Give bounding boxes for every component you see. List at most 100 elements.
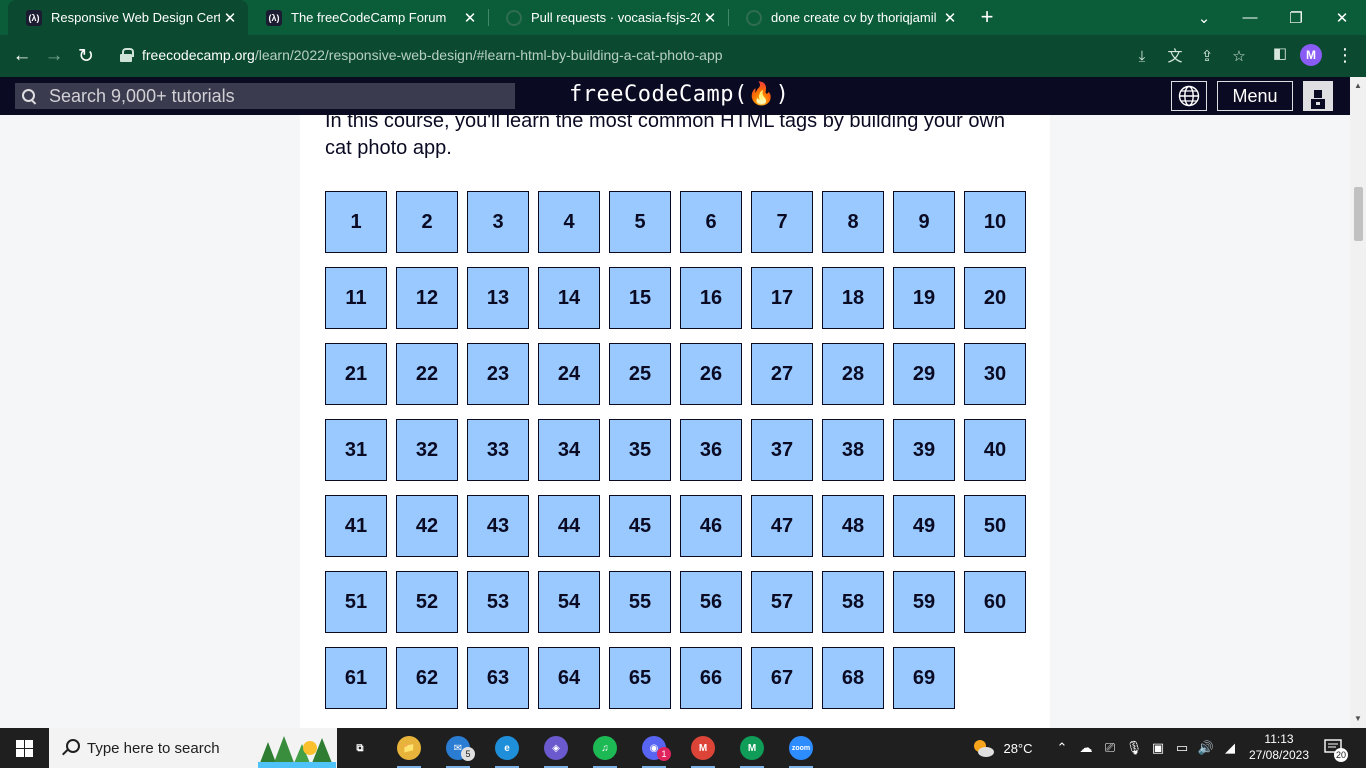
- step-button-25[interactable]: 25: [609, 343, 671, 405]
- step-button-30[interactable]: 30: [964, 343, 1026, 405]
- step-button-11[interactable]: 11: [325, 267, 387, 329]
- step-button-67[interactable]: 67: [751, 647, 813, 709]
- step-button-51[interactable]: 51: [325, 571, 387, 633]
- step-button-38[interactable]: 38: [822, 419, 884, 481]
- step-button-66[interactable]: 66: [680, 647, 742, 709]
- step-button-31[interactable]: 31: [325, 419, 387, 481]
- step-button-39[interactable]: 39: [893, 419, 955, 481]
- step-button-41[interactable]: 41: [325, 495, 387, 557]
- step-button-47[interactable]: 47: [751, 495, 813, 557]
- install-app-icon[interactable]: ⤓: [1132, 47, 1152, 67]
- step-button-69[interactable]: 69: [893, 647, 955, 709]
- start-button[interactable]: [0, 728, 48, 768]
- taskbar-app-discord[interactable]: ◉ 1: [632, 728, 676, 768]
- restore-button[interactable]: ❐: [1273, 0, 1319, 35]
- share-icon[interactable]: ⇪: [1197, 47, 1217, 67]
- step-button-59[interactable]: 59: [893, 571, 955, 633]
- new-tab-button[interactable]: +: [976, 4, 998, 30]
- page-scrollbar[interactable]: ▲ ▼: [1350, 77, 1366, 728]
- step-button-58[interactable]: 58: [822, 571, 884, 633]
- weather-icon[interactable]: [968, 728, 998, 768]
- step-button-56[interactable]: 56: [680, 571, 742, 633]
- step-button-37[interactable]: 37: [751, 419, 813, 481]
- display-icon[interactable]: ▣: [1148, 728, 1168, 768]
- step-button-12[interactable]: 12: [396, 267, 458, 329]
- scroll-down-icon[interactable]: ▼: [1350, 712, 1366, 726]
- step-button-17[interactable]: 17: [751, 267, 813, 329]
- address-bar[interactable]: freecodecamp.org/learn/2022/responsive-w…: [110, 40, 1260, 70]
- step-button-1[interactable]: 1: [325, 191, 387, 253]
- profile-avatar[interactable]: M: [1300, 44, 1322, 66]
- step-button-43[interactable]: 43: [467, 495, 529, 557]
- chevron-up-icon[interactable]: ⌃: [1054, 728, 1070, 768]
- translate-icon[interactable]: 文: [1165, 47, 1185, 67]
- volume-icon[interactable]: 🔊: [1196, 728, 1216, 768]
- step-button-52[interactable]: 52: [396, 571, 458, 633]
- step-button-34[interactable]: 34: [538, 419, 600, 481]
- step-button-68[interactable]: 68: [822, 647, 884, 709]
- microphone-icon[interactable]: 🎙: [1124, 728, 1144, 768]
- back-button[interactable]: ←: [6, 35, 38, 77]
- chrome-menu-icon[interactable]: ⋮: [1336, 44, 1354, 66]
- tab-pull-requests[interactable]: Pull requests · vocasia-fsjs-2023/ ✕: [488, 0, 728, 35]
- tab-freecodecamp-forum[interactable]: (λ) The freeCodeCamp Forum ✕: [248, 0, 488, 35]
- step-button-21[interactable]: 21: [325, 343, 387, 405]
- step-button-8[interactable]: 8: [822, 191, 884, 253]
- step-button-40[interactable]: 40: [964, 419, 1026, 481]
- step-button-24[interactable]: 24: [538, 343, 600, 405]
- step-button-49[interactable]: 49: [893, 495, 955, 557]
- step-button-57[interactable]: 57: [751, 571, 813, 633]
- taskbar-app-chrome-profile[interactable]: M: [730, 728, 774, 768]
- step-button-10[interactable]: 10: [964, 191, 1026, 253]
- menu-button[interactable]: Menu: [1217, 81, 1293, 111]
- step-button-14[interactable]: 14: [538, 267, 600, 329]
- step-button-28[interactable]: 28: [822, 343, 884, 405]
- weather-temperature[interactable]: 28°C: [1000, 728, 1036, 768]
- freecodecamp-logo[interactable]: freeCodeCamp(🔥): [569, 82, 789, 107]
- taskbar-app-chrome[interactable]: M: [681, 728, 725, 768]
- step-button-33[interactable]: 33: [467, 419, 529, 481]
- lock-icon[interactable]: [120, 48, 134, 62]
- taskbar-app-zoom[interactable]: zoom: [779, 728, 823, 768]
- system-clock[interactable]: 11:13 27/08/2023: [1246, 731, 1312, 763]
- reload-button[interactable]: ↻: [70, 35, 102, 77]
- step-button-60[interactable]: 60: [964, 571, 1026, 633]
- step-button-45[interactable]: 45: [609, 495, 671, 557]
- step-button-5[interactable]: 5: [609, 191, 671, 253]
- wifi-icon[interactable]: ◢: [1220, 728, 1240, 768]
- step-button-29[interactable]: 29: [893, 343, 955, 405]
- battery-icon[interactable]: ▭: [1172, 728, 1192, 768]
- tab-search-chevron-icon[interactable]: ⌄: [1181, 0, 1227, 35]
- step-button-44[interactable]: 44: [538, 495, 600, 557]
- step-button-46[interactable]: 46: [680, 495, 742, 557]
- step-button-64[interactable]: 64: [538, 647, 600, 709]
- close-window-button[interactable]: ✕: [1319, 0, 1365, 35]
- close-tab-icon[interactable]: ✕: [940, 9, 960, 27]
- step-button-61[interactable]: 61: [325, 647, 387, 709]
- bookmark-star-icon[interactable]: ☆: [1229, 47, 1249, 67]
- user-avatar[interactable]: [1303, 81, 1333, 111]
- minimize-button[interactable]: —: [1227, 0, 1273, 35]
- fcc-search-input[interactable]: Search 9,000+ tutorials: [15, 83, 515, 109]
- tab-responsive-web-design[interactable]: (λ) Responsive Web Design Certifica ✕: [8, 0, 248, 35]
- step-button-15[interactable]: 15: [609, 267, 671, 329]
- step-button-2[interactable]: 2: [396, 191, 458, 253]
- tab-done-create-cv[interactable]: done create cv by thoriqjamil · Pu ✕: [728, 0, 968, 35]
- step-button-23[interactable]: 23: [467, 343, 529, 405]
- close-tab-icon[interactable]: ✕: [460, 9, 480, 27]
- step-button-22[interactable]: 22: [396, 343, 458, 405]
- step-button-36[interactable]: 36: [680, 419, 742, 481]
- scroll-thumb[interactable]: [1354, 187, 1363, 241]
- step-button-42[interactable]: 42: [396, 495, 458, 557]
- step-button-13[interactable]: 13: [467, 267, 529, 329]
- step-button-50[interactable]: 50: [964, 495, 1026, 557]
- step-button-4[interactable]: 4: [538, 191, 600, 253]
- notification-center-button[interactable]: 20: [1322, 736, 1350, 762]
- forward-button[interactable]: →: [38, 35, 70, 77]
- step-button-53[interactable]: 53: [467, 571, 529, 633]
- step-button-26[interactable]: 26: [680, 343, 742, 405]
- onedrive-icon[interactable]: ☁: [1076, 728, 1096, 768]
- step-button-19[interactable]: 19: [893, 267, 955, 329]
- taskbar-app-file-explorer[interactable]: 📁: [387, 728, 431, 768]
- step-button-32[interactable]: 32: [396, 419, 458, 481]
